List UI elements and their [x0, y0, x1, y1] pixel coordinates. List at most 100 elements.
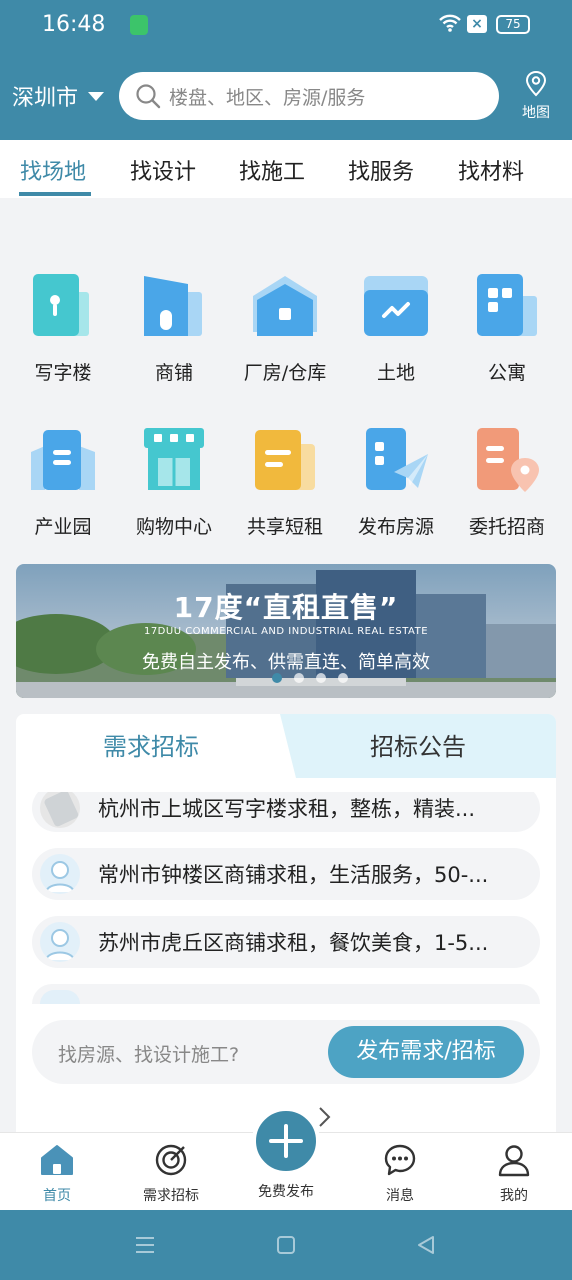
grid-item-label: 写字楼: [34, 362, 92, 384]
search-placeholder: 楼盘、地区、房源/服务: [169, 86, 366, 109]
publish-listing-icon: [366, 428, 428, 490]
banner-dot: [272, 673, 282, 683]
grid-item-shop[interactable]: 商铺: [119, 270, 229, 385]
back-triangle-icon[interactable]: [415, 1234, 437, 1256]
tab-find-service[interactable]: 找服务: [348, 154, 414, 186]
nav-label: 免费发布: [258, 1184, 314, 1200]
shared-rental-icon: [255, 430, 315, 490]
map-label: 地图: [522, 105, 550, 121]
grid-item-factory[interactable]: 厂房/仓库: [230, 270, 340, 385]
nav-free-publish[interactable]: 免费发布: [236, 1181, 336, 1201]
demand-item-text: 杭州市上城区写字楼求租，整栋，精装...: [98, 797, 476, 821]
banner-dot: [316, 673, 326, 683]
nav-label: 需求招标: [143, 1188, 199, 1204]
grid-item-label: 商铺: [154, 362, 193, 384]
request-bar[interactable]: 找房源、找设计施工? 发布需求/招标: [32, 1020, 540, 1084]
home-square-icon[interactable]: [275, 1234, 297, 1256]
grid-item-shared-rental[interactable]: 共享短租: [230, 424, 340, 539]
tab-find-design[interactable]: 找设计: [130, 154, 196, 186]
category-tabs: 找场地 找设计 找施工 找服务 找材料: [0, 140, 572, 198]
tab-find-construction[interactable]: 找施工: [239, 154, 305, 186]
tab-demand-bidding[interactable]: 需求招标: [16, 714, 286, 778]
search-bar[interactable]: 楼盘、地区、房源/服务: [119, 72, 499, 120]
banner-pagination: [272, 673, 348, 683]
grid-item-label: 厂房/仓库: [243, 362, 327, 384]
nav-demand-bidding[interactable]: 需求招标: [121, 1141, 221, 1205]
location-pin-icon: [525, 70, 547, 97]
demand-card: 需求招标 招标公告 杭州市上城区写字楼求租，整栋，精装... 常州市钟楼区商铺求…: [16, 714, 556, 1132]
nav-label: 消息: [386, 1188, 414, 1204]
grid-item-office[interactable]: 写字楼: [8, 270, 118, 385]
nav-label: 我的: [500, 1188, 528, 1204]
system-navigation-bar: [0, 1210, 572, 1280]
avatar: [40, 922, 80, 962]
grid-item-label: 委托招商: [468, 516, 545, 538]
sim-off-icon: ×: [467, 15, 487, 33]
grid-item-label: 产业园: [34, 516, 92, 538]
grid-item-apartment[interactable]: 公寓: [452, 270, 562, 385]
nav-messages[interactable]: 消息: [350, 1141, 450, 1205]
shopping-mall-icon: [144, 428, 204, 490]
app-header: 16:48 × 75 深圳市 楼盘、地区、房源/服务 地图: [0, 0, 572, 140]
avatar: [40, 854, 80, 894]
search-icon: [136, 84, 161, 109]
demand-item-text: 苏州市虎丘区商铺求租，餐饮美食，1-5...: [98, 931, 489, 955]
demand-item-partial[interactable]: [32, 984, 540, 1004]
demand-item-text: 常州市钟楼区商铺求租，生活服务，50-...: [98, 863, 489, 887]
demand-item[interactable]: 常州市钟楼区商铺求租，生活服务，50-...: [32, 848, 540, 900]
entrust-investment-icon: [477, 428, 539, 492]
notification-app-icon: [130, 15, 148, 35]
city-label: 深圳市: [12, 86, 79, 111]
menu-icon[interactable]: [134, 1234, 156, 1256]
demand-item[interactable]: 杭州市上城区写字楼求租，整栋，精装...: [32, 792, 540, 832]
nav-profile[interactable]: 我的: [464, 1141, 564, 1205]
banner-tagline: 免费自主发布、供需直连、简单高效: [142, 652, 430, 673]
office-building-icon: [33, 274, 89, 336]
status-bar: 16:48 × 75: [0, 0, 572, 52]
active-tab-indicator: [19, 192, 91, 196]
status-time: 16:48: [42, 12, 106, 37]
factory-warehouse-icon: [253, 276, 317, 336]
caret-down-icon: [88, 91, 105, 101]
category-grid: 写字楼 商铺 厂房/仓库 土地 公寓 产业园 购物中心 共享短租 发布房源 委托…: [0, 198, 572, 558]
publish-request-button[interactable]: 发布需求/招标: [328, 1026, 524, 1078]
tab-find-materials[interactable]: 找材料: [458, 154, 524, 186]
home-icon: [41, 1145, 73, 1175]
target-icon: [155, 1144, 187, 1176]
map-button[interactable]: 地图: [514, 70, 558, 122]
grid-item-entrust-investment[interactable]: 委托招商: [452, 424, 562, 539]
grid-item-publish-listing[interactable]: 发布房源: [341, 424, 451, 539]
battery-icon: 75: [496, 15, 530, 34]
banner-dot: [338, 673, 348, 683]
grid-item-industrial-park[interactable]: 产业园: [8, 424, 118, 539]
add-publish-button[interactable]: [252, 1107, 320, 1175]
chevron-right-icon[interactable]: [316, 1106, 332, 1128]
banner-subtitle: 17DUU COMMERCIAL AND INDUSTRIAL REAL EST…: [143, 626, 429, 637]
banner-dot: [294, 673, 304, 683]
avatar: [40, 792, 80, 828]
grid-item-mall[interactable]: 购物中心: [119, 424, 229, 539]
city-selector[interactable]: 深圳市: [12, 80, 105, 112]
demand-item[interactable]: 苏州市虎丘区商铺求租，餐饮美食，1-5...: [32, 916, 540, 968]
promo-banner[interactable]: 17度“直租直售” 17DUU COMMERCIAL AND INDUSTRIA…: [16, 564, 556, 698]
grid-item-label: 共享短租: [246, 516, 323, 538]
tab-bidding-notice[interactable]: 招标公告: [280, 714, 556, 778]
user-icon: [498, 1145, 530, 1177]
land-icon: [364, 276, 428, 336]
grid-item-land[interactable]: 土地: [341, 270, 451, 385]
shop-icon: [144, 276, 202, 336]
request-input-placeholder: 找房源、找设计施工?: [58, 1044, 240, 1066]
grid-item-label: 土地: [376, 362, 415, 384]
nav-label: 首页: [43, 1188, 71, 1204]
apartment-icon: [477, 274, 537, 336]
plus-icon: [269, 1124, 303, 1158]
grid-item-label: 发布房源: [357, 516, 434, 538]
message-bubble-icon: [384, 1144, 416, 1176]
industrial-park-icon: [31, 430, 95, 490]
banner-title: 17度“直租直售”: [173, 591, 399, 624]
tab-find-venue[interactable]: 找场地: [20, 154, 86, 186]
nav-home[interactable]: 首页: [7, 1141, 107, 1205]
grid-item-label: 购物中心: [135, 516, 212, 538]
grid-item-label: 公寓: [487, 362, 526, 384]
wifi-icon: [439, 14, 461, 32]
